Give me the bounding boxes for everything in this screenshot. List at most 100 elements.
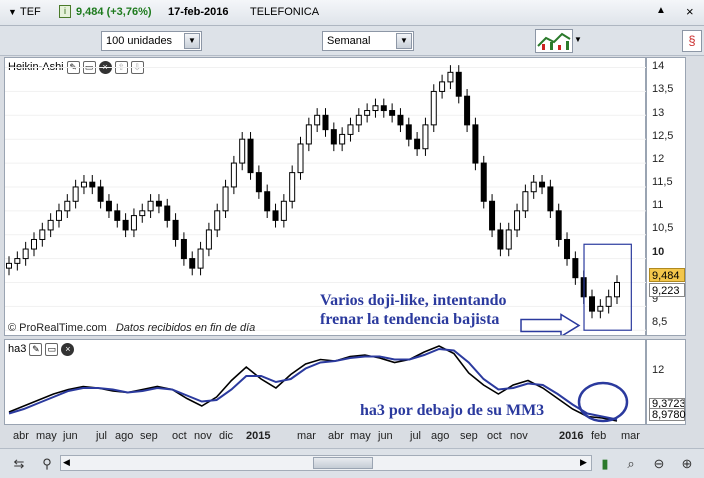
candle bbox=[355, 108, 362, 133]
candle bbox=[164, 198, 171, 228]
candle bbox=[422, 117, 429, 156]
y-tick-label: 12 bbox=[652, 153, 665, 165]
company-name: TELEFONICA bbox=[250, 6, 320, 18]
candle-body bbox=[397, 114, 404, 126]
candle bbox=[330, 122, 337, 152]
candle bbox=[222, 179, 229, 218]
units-select-value: 100 unidades bbox=[106, 35, 173, 47]
title-bar: ▼ TEF i 9,484 (+3,76%) 17-feb-2016 TELEF… bbox=[0, 0, 704, 26]
arrows-icon[interactable]: ⇆ bbox=[10, 455, 28, 473]
candle-body bbox=[47, 219, 54, 231]
chart-style-dropdown-icon[interactable]: ▼ bbox=[574, 35, 582, 44]
zoom-in-icon[interactable]: ⊕ bbox=[678, 455, 696, 473]
candle-body bbox=[289, 172, 296, 202]
annotation-ha3: ha3 por debajo de su MM3 bbox=[360, 402, 545, 419]
candle bbox=[280, 194, 287, 228]
chart-style-icon bbox=[537, 32, 571, 50]
candle bbox=[255, 165, 262, 199]
candle-body bbox=[189, 258, 196, 269]
candle-body bbox=[222, 186, 229, 212]
x-tick-label: 2016 bbox=[559, 430, 584, 442]
candle-body bbox=[455, 71, 462, 97]
units-select[interactable]: 100 unidades ▼ bbox=[101, 31, 202, 51]
x-tick-label: may bbox=[350, 430, 371, 442]
chart-style-button[interactable] bbox=[535, 29, 573, 53]
candle-body bbox=[147, 200, 154, 212]
scroll-right-icon[interactable]: ▶ bbox=[580, 457, 587, 468]
candle-body bbox=[389, 110, 396, 116]
candle bbox=[597, 299, 604, 319]
x-tick-label: ago bbox=[431, 430, 450, 442]
candle bbox=[572, 251, 579, 285]
bottom-bar: ⇆ ⚲ ◀ ▶ ▮ ⌕ ⊖ ⊕ bbox=[0, 448, 704, 478]
candle-body bbox=[230, 162, 237, 188]
zoom-box-icon[interactable]: ⌕ bbox=[622, 455, 640, 473]
data-note: Datos recibidos en fin de día bbox=[115, 322, 256, 334]
x-tick-label: oct bbox=[487, 430, 502, 442]
y-tick-label: 8,5 bbox=[652, 316, 668, 328]
horizontal-scrollbar[interactable]: ◀ ▶ bbox=[60, 455, 592, 471]
period-select[interactable]: Semanal ▼ bbox=[322, 31, 414, 51]
candles-icon[interactable]: ▮ bbox=[596, 455, 614, 473]
candle bbox=[589, 289, 596, 319]
scrollbar-thumb[interactable] bbox=[313, 457, 373, 469]
candle-body bbox=[314, 114, 321, 126]
x-tick-label: jul bbox=[410, 430, 422, 442]
candle bbox=[39, 222, 46, 247]
magnet-icon[interactable]: ⚲ bbox=[38, 455, 56, 473]
candle bbox=[80, 175, 87, 195]
candle-body bbox=[589, 296, 596, 312]
candle bbox=[405, 117, 412, 147]
candle bbox=[305, 117, 312, 152]
candle bbox=[472, 117, 479, 171]
candle bbox=[139, 203, 146, 223]
candle-body bbox=[39, 229, 46, 240]
candle bbox=[47, 213, 54, 238]
collapse-icon[interactable]: ▲ bbox=[656, 5, 666, 16]
close-icon[interactable]: × bbox=[686, 4, 694, 19]
candle-body bbox=[272, 210, 279, 221]
candle bbox=[197, 241, 204, 276]
candle-body bbox=[572, 258, 579, 279]
candle-body bbox=[72, 186, 79, 202]
toolbar: 100 unidades ▼ Semanal ▼ ▼ § bbox=[0, 26, 704, 56]
x-tick-label: nov bbox=[194, 430, 212, 442]
candle-body bbox=[497, 229, 504, 250]
candle-body bbox=[297, 143, 304, 174]
candle-body bbox=[14, 258, 21, 264]
y-tick-label: 10,5 bbox=[652, 222, 674, 234]
chevron-down-icon: ▼ bbox=[184, 33, 200, 49]
candle bbox=[272, 203, 279, 228]
x-tick-label: mar bbox=[621, 430, 640, 442]
candle-body bbox=[405, 124, 412, 140]
period-select-value: Semanal bbox=[327, 35, 371, 47]
candle bbox=[414, 132, 421, 156]
x-tick-label: sep bbox=[140, 430, 158, 442]
candle bbox=[239, 132, 246, 171]
chevron-down-icon: ▼ bbox=[396, 33, 412, 49]
candle bbox=[114, 203, 121, 228]
candle bbox=[30, 232, 37, 257]
candle bbox=[439, 74, 446, 99]
second-price-badge: 9,223 bbox=[649, 283, 685, 297]
y-tick-label: 14 bbox=[652, 60, 665, 72]
candle bbox=[564, 232, 571, 266]
candle-body bbox=[464, 95, 471, 126]
zoom-out-icon[interactable]: ⊖ bbox=[650, 455, 668, 473]
candle-body bbox=[372, 105, 379, 112]
candle bbox=[314, 108, 321, 133]
scroll-left-icon[interactable]: ◀ bbox=[63, 457, 70, 468]
symbol-menu-arrow[interactable]: ▼ bbox=[8, 7, 17, 17]
x-tick-label: sep bbox=[460, 430, 478, 442]
side-tool-icon[interactable]: § bbox=[682, 30, 702, 52]
candle-body bbox=[530, 181, 537, 193]
candle bbox=[22, 241, 29, 266]
candle-body bbox=[555, 210, 562, 240]
candle-body bbox=[339, 133, 346, 145]
candle-body bbox=[322, 114, 329, 131]
y-tick-label: 13 bbox=[652, 107, 665, 119]
candle-body bbox=[280, 200, 287, 221]
candle bbox=[55, 203, 62, 228]
candle-body bbox=[489, 200, 496, 231]
info-icon[interactable]: i bbox=[59, 5, 71, 18]
